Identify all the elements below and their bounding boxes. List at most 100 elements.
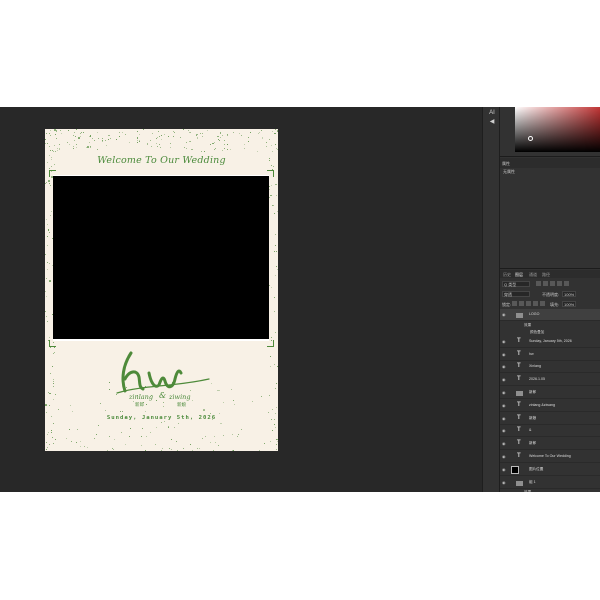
visibility-eye-icon[interactable]: ◉ — [502, 467, 507, 471]
layer-name: 图片位置 — [529, 466, 544, 471]
layer-name: zinlang &ziwang — [529, 402, 555, 407]
layer-effect-row[interactable]: 效果 — [500, 322, 600, 329]
layer-name: LOGO — [529, 312, 540, 316]
layer-name: Sunday, January 5th, 2026 — [529, 338, 572, 343]
filter-type-icon[interactable] — [550, 281, 555, 286]
filter-adjust-icon[interactable] — [543, 281, 548, 286]
text-layer-icon: T — [517, 376, 521, 383]
folder-icon — [516, 391, 523, 396]
properties-header: 属性 — [500, 158, 600, 168]
bride-name: ziwing — [169, 393, 191, 401]
photoshop-window: Welcome To Our Wedding zinlang & ziwing … — [0, 107, 600, 492]
photo-placeholder[interactable] — [53, 176, 269, 339]
photo-placeholder-frame — [53, 175, 269, 341]
tab-layers[interactable]: 图层 — [515, 272, 523, 278]
layer-effect-name: 颜色叠加 — [530, 329, 545, 334]
layer-row[interactable]: ◉ T 新郎 — [500, 438, 600, 451]
lock-all-icon[interactable] — [540, 301, 545, 306]
layer-row[interactable]: ◉ 组 1 — [500, 477, 600, 489]
visibility-eye-icon[interactable]: ◉ — [502, 455, 507, 459]
text-layer-icon: T — [517, 363, 521, 370]
text-layer-icon: T — [517, 427, 521, 434]
frame-corner-bottom-left-icon — [49, 340, 56, 347]
layers-tabbar: 历史 图层 通道 路径 — [500, 270, 600, 278]
ampersand: & — [159, 391, 167, 400]
layer-row[interactable]: ◉ T Xinlang — [500, 361, 600, 374]
filter-smart-icon[interactable] — [564, 281, 569, 286]
properties-title[interactable]: 属性 — [502, 161, 510, 167]
layer-name: 2026.1.05 — [529, 377, 545, 382]
bride-cn-label: 新娘 — [177, 402, 186, 407]
blend-mode-select[interactable]: 穿透 — [502, 291, 530, 297]
tab-paths[interactable]: 路径 — [542, 272, 550, 278]
groom-cn-label: 新郎 — [135, 402, 144, 407]
layer-row[interactable]: ◉ Tzinlang &ziwang — [500, 400, 600, 412]
visibility-eye-icon[interactable]: ◉ — [502, 365, 507, 369]
lock-artboard-icon[interactable] — [533, 301, 538, 306]
properties-value: 无属性 — [503, 169, 515, 174]
opacity-input[interactable]: 100% — [562, 291, 576, 297]
text-layer-icon: T — [517, 350, 521, 357]
visibility-eye-icon[interactable]: ◉ — [502, 416, 507, 420]
layer-row[interactable]: ◉ T & — [500, 425, 600, 438]
couple-names: zinlang & ziwing 新郎 新娘 — [129, 391, 209, 413]
color-picker-handle-icon[interactable] — [528, 136, 533, 141]
collapse-icon[interactable]: ◀ — [488, 119, 496, 126]
groom-name: zinlang — [129, 393, 153, 401]
filter-shape-icon[interactable] — [557, 281, 562, 286]
fill-label: 填充: — [550, 302, 560, 307]
visibility-eye-icon[interactable]: ◉ — [502, 429, 507, 433]
visibility-eye-icon[interactable]: ◉ — [502, 313, 507, 317]
visibility-eye-icon[interactable]: ◉ — [502, 480, 507, 484]
layer-row[interactable]: ◉ T 2026.1.05 — [500, 374, 600, 387]
panel-toolstrip: AI ◀ — [482, 107, 500, 492]
bottom-blank-area — [0, 492, 600, 600]
text-layer-icon: T — [517, 453, 521, 459]
ai-button[interactable]: AI — [488, 110, 496, 117]
text-layer-icon: T — [517, 337, 521, 344]
text-layer-icon: T — [517, 440, 521, 447]
layer-thumbnail — [511, 465, 519, 474]
layer-row[interactable]: ◉ 图片位置 — [500, 464, 600, 476]
layer-row[interactable]: ◉ T 新娘 — [500, 413, 600, 425]
layer-row[interactable]: ◉ 新郎 — [500, 387, 600, 399]
lock-pixels-icon[interactable] — [512, 301, 517, 306]
visibility-eye-icon[interactable]: ◉ — [502, 403, 507, 407]
visibility-eye-icon[interactable]: ◉ — [502, 378, 507, 382]
layer-row[interactable]: ◉ T Welcome To Our Wedding — [500, 451, 600, 463]
layer-name: 新娘 — [529, 415, 537, 420]
color-picker-field[interactable] — [515, 107, 600, 152]
layer-name: 新郎 — [529, 441, 537, 446]
layer-name: 组 1 — [529, 479, 536, 484]
wedding-artboard[interactable]: Welcome To Our Wedding zinlang & ziwing … — [45, 129, 278, 451]
visibility-eye-icon[interactable]: ◉ — [502, 442, 507, 446]
blend-row: 穿透 不透明度: 100% — [500, 290, 600, 299]
canvas-area[interactable]: Welcome To Our Wedding zinlang & ziwing … — [0, 107, 482, 492]
visibility-eye-icon[interactable]: ◉ — [502, 391, 507, 395]
layer-name: 新郎 — [529, 390, 537, 394]
lock-label: 锁定: — [502, 302, 512, 307]
frame-corner-bottom-right-icon — [267, 340, 274, 347]
layer-name: Welcome To Our Wedding — [529, 454, 571, 458]
layer-name: hw — [529, 351, 534, 356]
layer-effect-row[interactable]: 颜色叠加 — [500, 329, 600, 336]
layer-row[interactable]: ◉ Thw — [500, 349, 600, 361]
visibility-eye-icon[interactable]: ◉ — [502, 339, 507, 343]
layer-row[interactable]: ◉ T Sunday, January 5th, 2026 — [500, 336, 600, 348]
fill-input[interactable]: 100% — [562, 301, 576, 307]
lock-paint-icon[interactable] — [519, 301, 524, 306]
text-layer-icon: T — [517, 401, 521, 408]
tab-channels[interactable]: 通道 — [529, 272, 537, 278]
layer-name: Xinlang — [529, 364, 541, 369]
folder-icon — [516, 313, 523, 318]
lock-row: 锁定: 填充: 100% — [500, 300, 600, 309]
layer-name: & — [529, 428, 532, 433]
layer-row[interactable]: ◉ LOGO — [500, 309, 600, 321]
filter-pixel-icon[interactable] — [536, 281, 541, 286]
tab-layers-extra[interactable]: 历史 — [503, 272, 511, 278]
visibility-eye-icon[interactable]: ◉ — [502, 352, 507, 356]
lock-move-icon[interactable] — [526, 301, 531, 306]
layer-kind-select[interactable]: Q 类型 — [502, 281, 530, 287]
folder-icon — [516, 480, 523, 486]
opacity-label: 不透明度: — [542, 292, 560, 297]
